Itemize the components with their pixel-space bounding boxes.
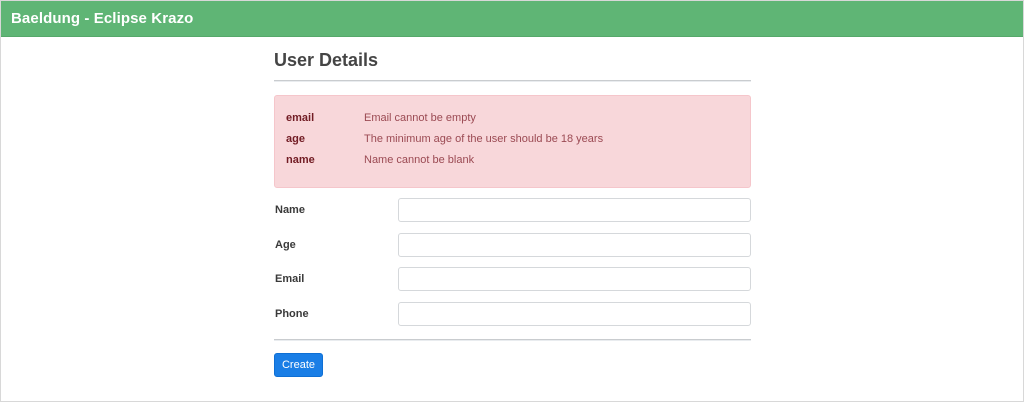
email-label: Email [275,273,305,285]
age-label: Age [275,238,296,251]
page-title: User Details [274,50,379,70]
browser-viewport: Baeldung - Eclipse Krazo User Details em… [0,0,1024,402]
create-button[interactable]: Create [274,353,323,377]
navbar-brand[interactable]: Baeldung - Eclipse Krazo [11,10,193,27]
title-divider [274,80,751,82]
name-input[interactable] [398,198,751,222]
error-row: name Name cannot be blank [286,149,750,170]
name-label: Name [275,204,305,216]
form-row-age: Age [274,232,751,268]
error-field-name: email [286,111,315,124]
error-message: Name cannot be blank [364,153,475,166]
error-message: The minimum age of the user should be 18… [364,132,604,145]
error-field-name: age [286,132,305,145]
phone-input[interactable] [398,301,751,326]
error-row: email Email cannot be empty [286,107,750,128]
main-container: User Details email Email cannot be empty… [274,37,751,377]
error-alert: email Email cannot be empty age The mini… [274,95,751,188]
form-divider [274,339,751,341]
error-row: age The minimum age of the user should b… [286,128,750,149]
form-row-email: Email [274,267,751,302]
user-form: Name Age Email Phone Create [274,198,751,377]
error-message: Email cannot be empty [364,111,476,124]
email-input[interactable] [398,267,751,291]
error-field-name: name [286,153,315,166]
form-row-phone: Phone [274,301,751,337]
phone-label: Phone [275,307,309,320]
age-input[interactable] [398,232,751,257]
form-row-name: Name [274,198,751,233]
navbar: Baeldung - Eclipse Krazo [1,1,1023,37]
